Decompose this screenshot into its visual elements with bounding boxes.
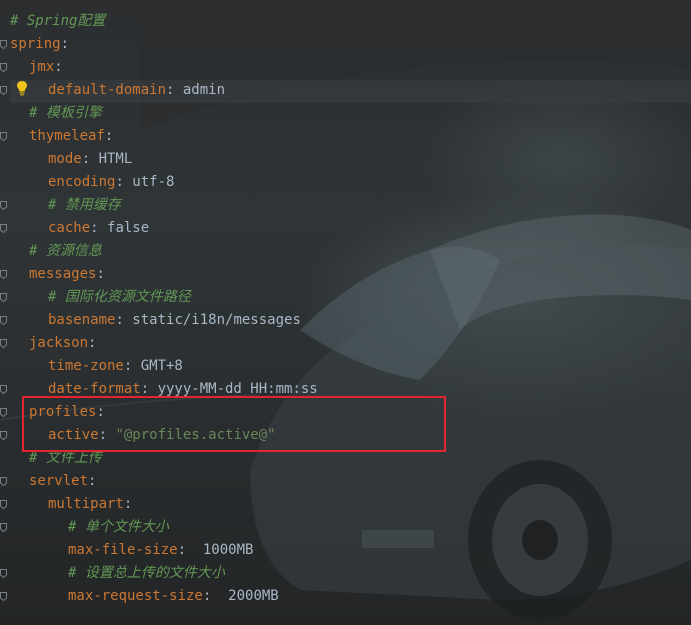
code-comment-line[interactable]: # 单个文件大小	[68, 516, 169, 539]
code-comment-line[interactable]: # Spring配置	[10, 10, 105, 33]
code-line[interactable]: default-domain: admin	[48, 79, 225, 102]
yaml-value: static/i18n/messages	[132, 312, 301, 328]
code-comment-line[interactable]: # 设置总上传的文件大小	[68, 562, 225, 585]
yaml-separator: :	[88, 335, 97, 351]
yaml-key: jackson	[29, 335, 89, 351]
yaml-separator: :	[54, 59, 63, 75]
yaml-key: messages	[29, 266, 97, 282]
code-line[interactable]: basename: static/i18n/messages	[48, 309, 301, 332]
yaml-key: multipart	[48, 496, 124, 512]
yaml-key: cache	[48, 220, 91, 236]
yaml-key: spring	[10, 36, 61, 52]
yaml-separator: :	[140, 381, 158, 397]
yaml-comment: # 禁用缓存	[48, 197, 121, 213]
yaml-comment: # 单个文件大小	[68, 519, 169, 535]
yaml-comment: # 模板引擎	[29, 105, 102, 121]
yaml-key: encoding	[48, 174, 116, 190]
yaml-separator: :	[115, 312, 133, 328]
yaml-value: 2000MB	[228, 588, 279, 604]
code-line[interactable]: servlet:	[29, 470, 96, 493]
fold-marker-icon[interactable]	[0, 592, 7, 601]
fold-marker-icon[interactable]	[0, 63, 7, 72]
yaml-key: basename	[48, 312, 116, 328]
code-line[interactable]: jmx:	[29, 56, 63, 79]
yaml-comment: # 国际化资源文件路径	[48, 289, 191, 305]
fold-marker-icon[interactable]	[0, 270, 7, 279]
fold-marker-icon[interactable]	[0, 293, 7, 302]
yaml-separator: :	[90, 220, 108, 236]
yaml-separator: :	[177, 542, 203, 558]
fold-marker-icon[interactable]	[0, 40, 7, 49]
yaml-value: utf-8	[132, 174, 175, 190]
highlight-box-profiles	[22, 396, 446, 452]
yaml-key: jmx	[29, 59, 55, 75]
fold-marker-icon[interactable]	[0, 385, 7, 394]
yaml-comment: # 设置总上传的文件大小	[68, 565, 225, 581]
code-line[interactable]: thymeleaf:	[29, 125, 113, 148]
fold-marker-icon[interactable]	[0, 316, 7, 325]
yaml-key: mode	[48, 151, 82, 167]
fold-marker-icon[interactable]	[0, 477, 7, 486]
yaml-value: yyyy-MM-dd HH:mm:ss	[157, 381, 318, 397]
yaml-value: 1000MB	[202, 542, 254, 558]
fold-marker-icon[interactable]	[0, 500, 7, 509]
code-comment-line[interactable]: # 国际化资源文件路径	[48, 286, 191, 309]
yaml-value: false	[107, 220, 150, 236]
yaml-separator: :	[88, 473, 97, 489]
yaml-key: servlet	[29, 473, 89, 489]
code-comment-line[interactable]: # 资源信息	[29, 240, 102, 263]
yaml-key: max-request-size	[68, 588, 203, 604]
yaml-separator: :	[166, 82, 183, 98]
fold-marker-icon[interactable]	[0, 431, 7, 440]
code-line[interactable]: mode: HTML	[48, 148, 132, 171]
code-line[interactable]: spring:	[10, 33, 69, 56]
code-line[interactable]: encoding: utf-8	[48, 171, 174, 194]
yaml-comment: # 资源信息	[29, 243, 102, 259]
yaml-key: time-zone	[48, 358, 124, 374]
yaml-comment: # Spring配置	[10, 13, 106, 29]
code-line[interactable]: messages:	[29, 263, 105, 286]
code-comment-line[interactable]: # 模板引擎	[29, 102, 102, 125]
fold-marker-icon[interactable]	[0, 408, 7, 417]
yaml-key: max-file-size	[68, 542, 178, 558]
lightbulb-icon[interactable]	[16, 80, 28, 100]
fold-marker-icon[interactable]	[0, 523, 7, 532]
yaml-comment: # 文件上传	[29, 450, 102, 466]
code-comment-line[interactable]: # 禁用缓存	[48, 194, 121, 217]
yaml-separator: :	[123, 496, 133, 512]
fold-marker-icon[interactable]	[0, 86, 7, 95]
yaml-separator: :	[202, 588, 229, 604]
fold-marker-icon[interactable]	[0, 569, 7, 578]
yaml-separator: :	[115, 174, 133, 190]
code-line[interactable]: cache: false	[48, 217, 149, 240]
code-line[interactable]: max-request-size: 2000MB	[68, 585, 279, 608]
yaml-separator: :	[60, 36, 70, 52]
yaml-value: HTML	[98, 151, 133, 167]
yaml-separator: :	[81, 151, 99, 167]
yaml-key: date-format	[48, 381, 141, 397]
yaml-value: GMT+8	[140, 358, 183, 374]
yaml-value: admin	[182, 82, 226, 98]
yaml-key: default-domain	[48, 82, 167, 98]
fold-marker-icon[interactable]	[0, 224, 7, 233]
yaml-separator: :	[96, 266, 105, 282]
code-line[interactable]: multipart:	[48, 493, 132, 516]
code-line[interactable]: time-zone: GMT+8	[48, 355, 183, 378]
code-line[interactable]: max-file-size: 1000MB	[68, 539, 253, 562]
fold-marker-icon[interactable]	[0, 132, 7, 141]
fold-marker-icon[interactable]	[0, 201, 7, 210]
fold-marker-icon[interactable]	[0, 339, 7, 348]
yaml-key: thymeleaf	[29, 128, 105, 144]
code-line[interactable]: jackson:	[29, 332, 96, 355]
yaml-separator: :	[104, 128, 114, 144]
yaml-separator: :	[123, 358, 141, 374]
